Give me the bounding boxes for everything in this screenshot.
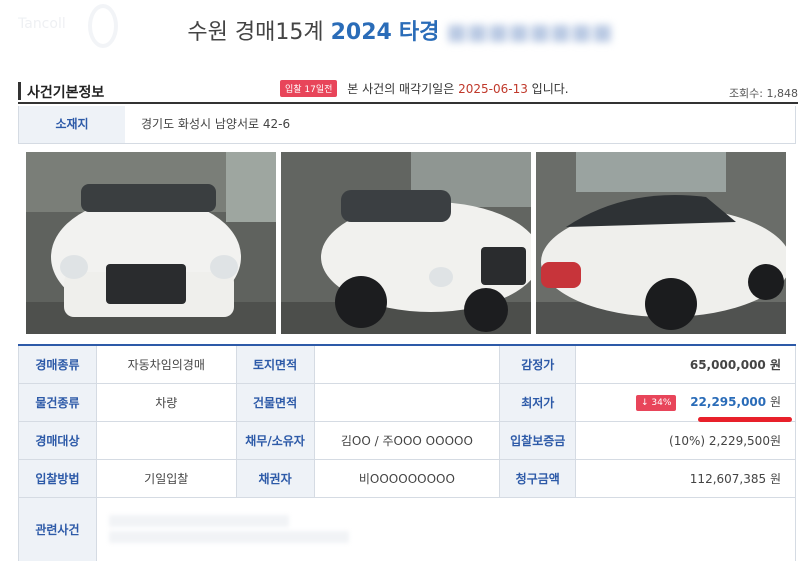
target-value: [95, 420, 237, 460]
min-price-value: 22,295,000: [690, 395, 767, 409]
land-area-value: [313, 344, 501, 384]
section-header: 사건기본정보 입찰 17일전 본 사건의 매각기일은 2025-06-13 입니…: [18, 76, 798, 104]
table-row: 관련사건: [18, 496, 797, 561]
target-label: 경매대상: [18, 420, 97, 460]
sale-notice: 입찰 17일전 본 사건의 매각기일은 2025-06-13 입니다.: [280, 80, 569, 97]
debtor-label: 채무/소유자: [235, 420, 315, 460]
table-row: 물건종류 차량 건물면적 최저가 ↓ 34% 22,295,000 원: [18, 382, 796, 422]
location-address: 경기도 화성시 남양서로 42-6: [141, 117, 291, 131]
related-case-redacted: [108, 531, 349, 543]
title-year: 2024: [330, 20, 392, 45]
sale-date: 2025-06-13: [458, 82, 528, 96]
claim-label: 청구금액: [499, 458, 577, 498]
related-cases: [95, 496, 797, 561]
highlight-underline: [698, 417, 792, 422]
deposit-label: 입찰보증금: [499, 420, 577, 460]
discount-badge: ↓ 34%: [635, 395, 677, 411]
title-court: 수원 경매15계: [187, 20, 324, 45]
photo-gallery: [26, 152, 786, 334]
title-case: 타경: [398, 20, 440, 45]
notice-suffix: 입니다.: [531, 82, 569, 96]
title-case-number-redacted: ■■■■■■■■: [446, 20, 613, 45]
item-type-value: 차량: [95, 382, 237, 422]
appraisal-label: 감정가: [499, 344, 577, 384]
deposit-value: (10%) 2,229,500원: [575, 420, 796, 460]
section-bar: [18, 82, 21, 100]
debtor-value: 김OO / 주OOO OOOOO: [313, 420, 501, 460]
creditor-value: 비OOOOOOOOO: [313, 458, 501, 498]
building-area-value: [313, 382, 501, 422]
notice-prefix: 본 사건의 매각기일은: [347, 82, 455, 96]
method-label: 입찰방법: [18, 458, 97, 498]
table-row: 입찰방법 기일입찰 채권자 비OOOOOOOOO 청구금액 112,607,38…: [18, 458, 796, 498]
location-row: 소재지 경기도 화성시 남양서로 42-6: [18, 106, 796, 144]
method-value: 기일입찰: [95, 458, 237, 498]
related-case-redacted: [108, 515, 289, 527]
car-photo-front[interactable]: [26, 152, 276, 334]
creditor-label: 채권자: [235, 458, 315, 498]
building-area-label: 건물면적: [235, 382, 315, 422]
min-price-unit: 원: [769, 395, 781, 409]
car-photo-side[interactable]: [281, 152, 531, 334]
auction-type-label: 경매종류: [18, 344, 97, 384]
min-price-cell: ↓ 34% 22,295,000 원: [575, 382, 796, 422]
claim-value: 112,607,385 원: [575, 458, 796, 498]
case-detail-table: 경매종류 자동차임의경매 토지면적 감정가 65,000,000 원 물건종류 …: [18, 344, 797, 561]
land-area-label: 토지면적: [235, 344, 315, 384]
days-left-badge: 입찰 17일전: [280, 80, 338, 97]
item-type-label: 물건종류: [18, 382, 97, 422]
page-title: 수원 경매15계 2024 타경 ■■■■■■■■: [0, 14, 800, 46]
auction-type-value: 자동차임의경매: [95, 344, 237, 384]
table-row: 경매종류 자동차임의경매 토지면적 감정가 65,000,000 원: [18, 344, 796, 384]
location-label: 소재지: [19, 106, 125, 143]
table-row: 경매대상 채무/소유자 김OO / 주OOO OOOOO 입찰보증금 (10%)…: [18, 420, 796, 460]
related-label: 관련사건: [18, 496, 97, 561]
view-count: 조회수: 1,848: [728, 87, 798, 100]
section-title: 사건기본정보: [27, 85, 105, 101]
min-price-label: 최저가: [499, 382, 577, 422]
appraisal-value: 65,000,000 원: [575, 344, 796, 384]
car-photo-rear[interactable]: [536, 152, 786, 334]
